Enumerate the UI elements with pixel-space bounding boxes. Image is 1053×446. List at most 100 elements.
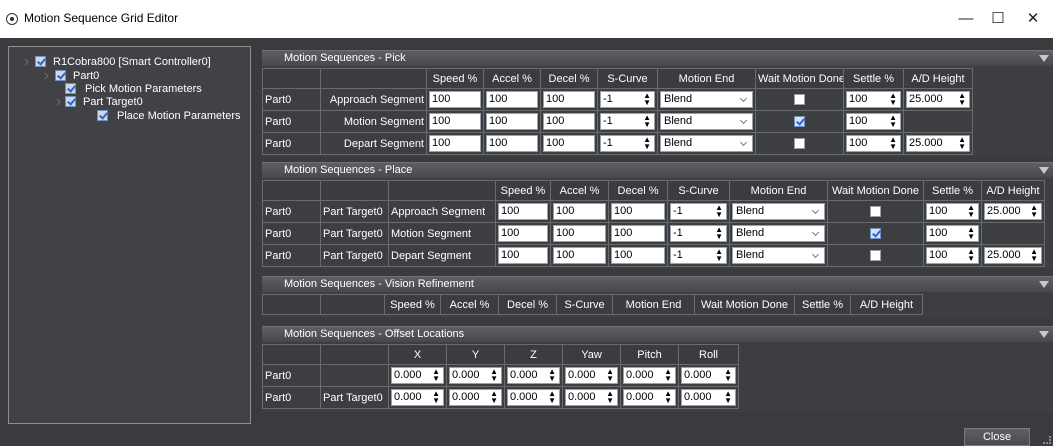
scurve-spinner[interactable]: -1 ▲ ▼ — [670, 247, 727, 264]
scurve-spinner[interactable]: -1 ▲ ▼ — [600, 113, 655, 130]
speed-input[interactable]: 100 — [429, 91, 481, 108]
expand-icon[interactable] — [53, 98, 61, 106]
spinner-arrows-icon[interactable]: ▲ ▼ — [889, 92, 897, 107]
settle-spinner[interactable]: 100 ▲ ▼ — [926, 247, 979, 264]
tree-node-pick-params[interactable]: Pick Motion Parameters — [65, 82, 245, 96]
x-spinner[interactable]: 0.000 ▲ ▼ — [391, 367, 444, 384]
tree-node-part[interactable]: Part0 — [41, 69, 141, 83]
accel-input[interactable]: 100 — [486, 91, 538, 108]
decel-input[interactable]: 100 — [543, 113, 595, 130]
wait-motion-done-checkbox[interactable] — [794, 116, 805, 127]
tree-node-place-params[interactable]: Place Motion Parameters — [97, 109, 249, 123]
offset-panel-header[interactable]: Motion Sequences - Offset Locations — [262, 326, 1053, 342]
speed-input[interactable]: 100 — [498, 247, 548, 264]
decel-input[interactable]: 100 — [543, 135, 595, 152]
close-button[interactable]: Close — [964, 428, 1030, 446]
spinner-arrows-icon[interactable]: ▲ ▼ — [715, 248, 723, 263]
spinner-arrows-icon[interactable]: ▲ ▼ — [643, 136, 651, 151]
tree-node-part-target[interactable]: Part Target0 — [53, 95, 203, 109]
expand-icon[interactable] — [21, 58, 29, 66]
speed-input[interactable]: 100 — [498, 225, 548, 242]
spinner-arrows-icon[interactable]: ▲ ▼ — [664, 368, 672, 383]
settle-spinner[interactable]: 100 ▲ ▼ — [846, 91, 901, 108]
expand-icon[interactable] — [41, 72, 49, 80]
wait-motion-done-checkbox[interactable] — [794, 94, 805, 105]
spinner-arrows-icon[interactable]: ▲ ▼ — [490, 368, 498, 383]
spinner-arrows-icon[interactable]: ▲ ▼ — [724, 368, 732, 383]
wait-motion-done-checkbox[interactable] — [794, 138, 805, 149]
scurve-spinner[interactable]: -1 ▲ ▼ — [670, 203, 727, 220]
spinner-arrows-icon[interactable]: ▲ ▼ — [643, 92, 651, 107]
roll-spinner[interactable]: 0.000 ▲ ▼ — [681, 367, 736, 384]
scurve-spinner[interactable]: -1 ▲ ▼ — [670, 225, 727, 242]
collapse-icon[interactable] — [1039, 55, 1049, 62]
checkbox-icon[interactable] — [97, 110, 108, 121]
spinner-arrows-icon[interactable]: ▲ ▼ — [889, 136, 897, 151]
ad-height-spinner[interactable]: 25.000 ▲ ▼ — [984, 247, 1042, 264]
pitch-spinner[interactable]: 0.000 ▲ ▼ — [623, 389, 676, 406]
place-panel-header[interactable]: Motion Sequences - Place — [262, 162, 1053, 178]
motion-end-select[interactable]: Blend — [732, 247, 825, 264]
y-spinner[interactable]: 0.000 ▲ ▼ — [449, 389, 502, 406]
pick-panel-header[interactable]: Motion Sequences - Pick — [262, 50, 1053, 66]
spinner-arrows-icon[interactable]: ▲ ▼ — [432, 390, 440, 405]
wait-motion-done-checkbox[interactable] — [870, 206, 881, 217]
maximize-button[interactable]: ☐ — [978, 4, 1018, 34]
y-spinner[interactable]: 0.000 ▲ ▼ — [449, 367, 502, 384]
speed-input[interactable]: 100 — [498, 203, 548, 220]
speed-input[interactable]: 100 — [429, 135, 481, 152]
collapse-icon[interactable] — [1039, 331, 1049, 338]
motion-end-select[interactable]: Blend — [732, 203, 825, 220]
motion-end-select[interactable]: Blend — [660, 91, 753, 108]
decel-input[interactable]: 100 — [611, 203, 665, 220]
spinner-arrows-icon[interactable]: ▲ ▼ — [889, 114, 897, 129]
spinner-arrows-icon[interactable]: ▲ ▼ — [606, 368, 614, 383]
window-close-button[interactable]: ✕ — [1013, 4, 1053, 34]
ad-height-spinner[interactable]: 25.000 ▲ ▼ — [906, 91, 970, 108]
checkbox-icon[interactable] — [35, 56, 46, 67]
collapse-icon[interactable] — [1039, 281, 1049, 288]
spinner-arrows-icon[interactable]: ▲ ▼ — [664, 390, 672, 405]
settle-spinner[interactable]: 100 ▲ ▼ — [926, 225, 979, 242]
spinner-arrows-icon[interactable]: ▲ ▼ — [724, 390, 732, 405]
spinner-arrows-icon[interactable]: ▲ ▼ — [548, 368, 556, 383]
accel-input[interactable]: 100 — [486, 135, 538, 152]
spinner-arrows-icon[interactable]: ▲ ▼ — [967, 204, 975, 219]
z-spinner[interactable]: 0.000 ▲ ▼ — [507, 389, 560, 406]
accel-input[interactable]: 100 — [553, 225, 606, 242]
checkbox-icon[interactable] — [55, 70, 66, 81]
vision-panel-header[interactable]: Motion Sequences - Vision Refinement — [262, 276, 1053, 292]
pitch-spinner[interactable]: 0.000 ▲ ▼ — [623, 367, 676, 384]
spinner-arrows-icon[interactable]: ▲ ▼ — [958, 136, 966, 151]
spinner-arrows-icon[interactable]: ▲ ▼ — [606, 390, 614, 405]
yaw-spinner[interactable]: 0.000 ▲ ▼ — [565, 367, 618, 384]
wait-motion-done-checkbox[interactable] — [870, 250, 881, 261]
checkbox-icon[interactable] — [65, 96, 76, 107]
accel-input[interactable]: 100 — [553, 203, 606, 220]
spinner-arrows-icon[interactable]: ▲ ▼ — [432, 368, 440, 383]
motion-end-select[interactable]: Blend — [732, 225, 825, 242]
spinner-arrows-icon[interactable]: ▲ ▼ — [967, 226, 975, 241]
decel-input[interactable]: 100 — [611, 247, 665, 264]
spinner-arrows-icon[interactable]: ▲ ▼ — [490, 390, 498, 405]
speed-input[interactable]: 100 — [429, 113, 481, 130]
x-spinner[interactable]: 0.000 ▲ ▼ — [391, 389, 444, 406]
z-spinner[interactable]: 0.000 ▲ ▼ — [507, 367, 560, 384]
scurve-spinner[interactable]: -1 ▲ ▼ — [600, 135, 655, 152]
scurve-spinner[interactable]: -1 ▲ ▼ — [600, 91, 655, 108]
accel-input[interactable]: 100 — [486, 113, 538, 130]
settle-spinner[interactable]: 100 ▲ ▼ — [846, 113, 901, 130]
accel-input[interactable]: 100 — [553, 247, 606, 264]
motion-end-select[interactable]: Blend — [660, 135, 753, 152]
ad-height-spinner[interactable]: 25.000 ▲ ▼ — [906, 135, 970, 152]
settle-spinner[interactable]: 100 ▲ ▼ — [846, 135, 901, 152]
ad-height-spinner[interactable]: 25.000 ▲ ▼ — [984, 203, 1042, 220]
roll-spinner[interactable]: 0.000 ▲ ▼ — [681, 389, 736, 406]
tree-node-robot[interactable]: R1Cobra800 [Smart Controller0] — [21, 55, 249, 69]
spinner-arrows-icon[interactable]: ▲ ▼ — [958, 92, 966, 107]
decel-input[interactable]: 100 — [543, 91, 595, 108]
spinner-arrows-icon[interactable]: ▲ ▼ — [715, 204, 723, 219]
collapse-icon[interactable] — [1039, 167, 1049, 174]
spinner-arrows-icon[interactable]: ▲ ▼ — [1030, 204, 1038, 219]
spinner-arrows-icon[interactable]: ▲ ▼ — [967, 248, 975, 263]
